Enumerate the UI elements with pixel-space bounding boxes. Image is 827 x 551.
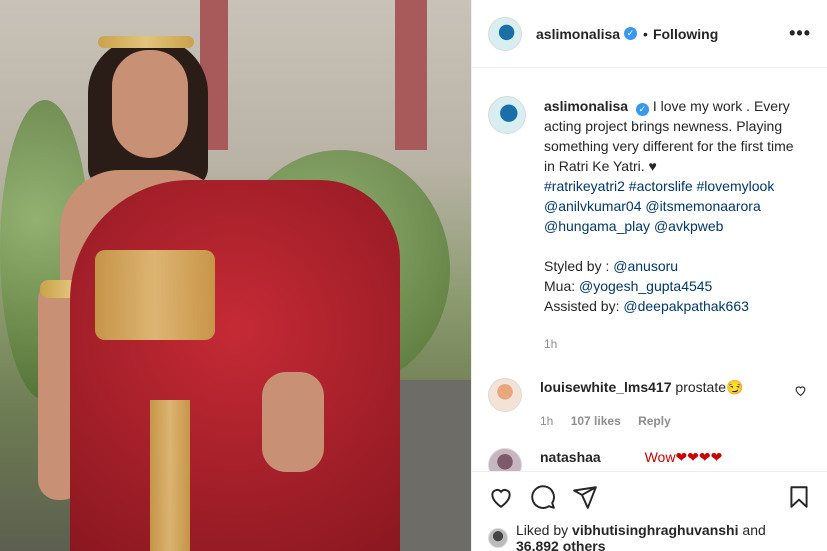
- comment-icon[interactable]: [530, 484, 556, 510]
- photo-hand: [262, 372, 324, 472]
- caption-mentions-2[interactable]: @hungama_play @avkpweb: [544, 218, 723, 234]
- likes-text: Liked by vibhutisinghraghuvanshi and 36,…: [516, 522, 766, 551]
- post-header: aslimonalisa ✓ • Following •••: [472, 0, 827, 68]
- mua-user-link[interactable]: @yogesh_gupta4545: [579, 278, 712, 294]
- post-panel: aslimonalisa ✓ • Following ••• aslimonal…: [471, 0, 827, 551]
- caption-avatar[interactable]: [488, 96, 526, 134]
- action-icons: [488, 484, 812, 510]
- author-username[interactable]: aslimonalisa: [536, 26, 620, 42]
- photo-saree-border: [150, 400, 190, 551]
- caption-body: aslimonalisa ✓ I love my work . Every ac…: [544, 96, 798, 354]
- comment-body: louisewhite_lms417 prostate😏 1h 107 like…: [540, 378, 811, 430]
- comment-item: louisewhite_lms417 prostate😏 1h 107 like…: [488, 378, 811, 430]
- commenter-avatar[interactable]: [488, 448, 522, 471]
- comment-time[interactable]: 1h: [540, 414, 553, 428]
- likes-summary: Liked by vibhutisinghraghuvanshi and 36,…: [488, 522, 812, 551]
- commenter-username[interactable]: louisewhite_lms417: [540, 379, 672, 395]
- comment-text: prostate😏: [675, 379, 744, 395]
- comment-text: Wow❤❤❤❤: [644, 449, 723, 465]
- mua-label: Mua:: [544, 278, 580, 294]
- comment-body: natashaa Wow❤❤❤❤: [540, 448, 811, 471]
- caption-time[interactable]: 1h: [544, 334, 798, 354]
- styled-user-link[interactable]: @anusoru: [613, 258, 678, 274]
- caption-username[interactable]: aslimonalisa: [544, 98, 628, 114]
- liker-username[interactable]: vibhutisinghraghuvanshi: [572, 522, 738, 538]
- comment-meta: 1h 107 likes Reply: [540, 412, 811, 430]
- bookmark-icon[interactable]: [786, 484, 812, 510]
- comments-section: aslimonalisa ✓ I love my work . Every ac…: [472, 68, 827, 471]
- photo-face: [112, 50, 188, 158]
- reply-button[interactable]: Reply: [638, 414, 671, 428]
- comment-item: natashaa Wow❤❤❤❤: [488, 448, 811, 471]
- caption-mentions-1[interactable]: @anilvkumar04 @itsmemonaarora: [544, 198, 761, 214]
- likes-suffix: and: [738, 522, 766, 538]
- comment-likes[interactable]: 107 likes: [571, 414, 621, 428]
- comment-like-icon[interactable]: [794, 384, 807, 400]
- action-bar: Liked by vibhutisinghraghuvanshi and 36,…: [472, 471, 827, 551]
- photo-headpiece: [98, 36, 194, 48]
- photo-saree: [70, 180, 400, 551]
- caption: aslimonalisa ✓ I love my work . Every ac…: [488, 96, 811, 354]
- styled-label: Styled by :: [544, 258, 614, 274]
- commenter-avatar[interactable]: [488, 378, 522, 412]
- photo-blouse-border: [95, 250, 215, 340]
- photo-pillar: [395, 0, 427, 150]
- following-button[interactable]: Following: [653, 26, 718, 42]
- likes-others[interactable]: 36,892 others: [516, 538, 606, 551]
- verified-icon: ✓: [624, 27, 638, 40]
- likes-prefix: Liked by: [516, 522, 573, 538]
- more-options-icon[interactable]: •••: [789, 23, 811, 44]
- author-avatar[interactable]: [488, 16, 522, 51]
- liker-avatar[interactable]: [488, 528, 508, 548]
- caption-hashtags[interactable]: #ratrikeyatri2 #actorslife #lovemylook: [544, 178, 774, 194]
- heart-icon[interactable]: [488, 484, 514, 510]
- separator-dot: •: [643, 25, 648, 42]
- post-photo[interactable]: [0, 0, 471, 551]
- assisted-label: Assisted by:: [544, 298, 624, 314]
- share-icon[interactable]: [572, 484, 598, 510]
- verified-icon: ✓: [635, 103, 649, 116]
- assisted-user-link[interactable]: @deepakpathak663: [623, 298, 749, 314]
- commenter-username[interactable]: natashaa: [540, 449, 601, 465]
